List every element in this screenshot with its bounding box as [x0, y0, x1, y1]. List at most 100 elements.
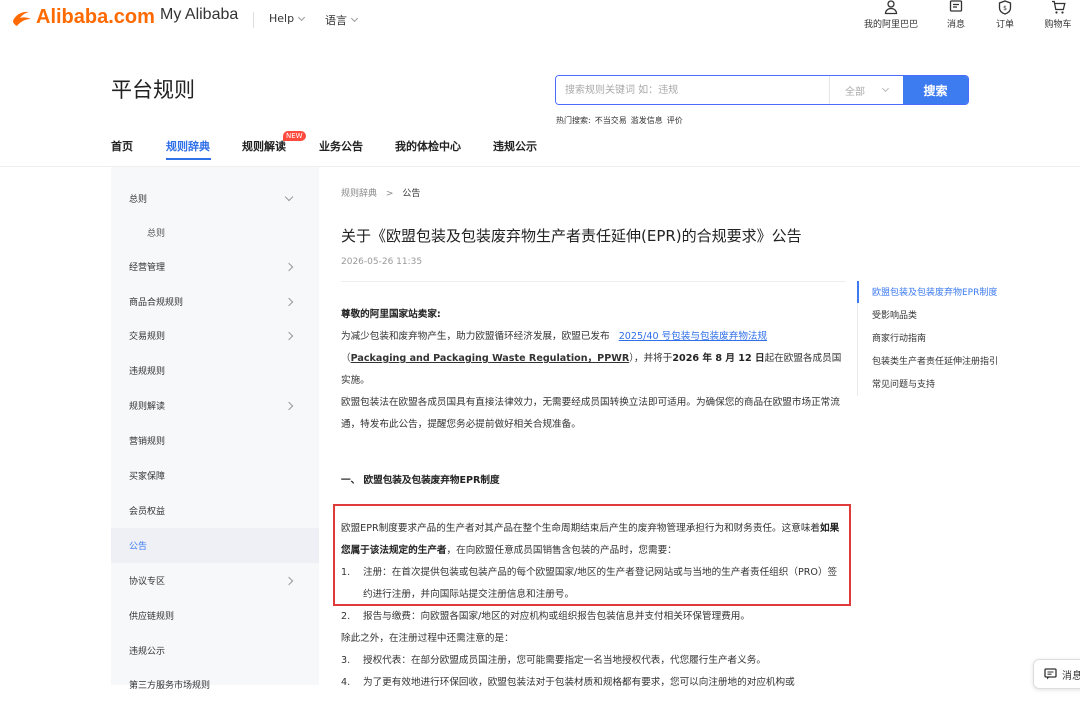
paragraph: 欧盟包装法在欧盟各成员国具有直接法律效力，无需要经成员国转换立法即可适用。为确保…	[341, 397, 840, 430]
cart-icon	[1051, 0, 1066, 14]
nav-rule-dictionary[interactable]: 规则辞典	[166, 138, 210, 154]
search-input[interactable]	[556, 76, 829, 104]
search-button[interactable]: 搜索	[903, 76, 968, 104]
section-title: 一、 欧盟包装及包装废弃物EPR制度	[341, 475, 500, 486]
hot-search-term[interactable]: 不当交易	[595, 115, 627, 126]
sidebar-item-supply-chain[interactable]: 供应链规则	[111, 598, 319, 633]
page-title: 平台规则	[111, 78, 195, 102]
my-alibaba-link[interactable]: 我的阿里巴巴	[861, 0, 921, 30]
sidebar-item-agreements[interactable]: 协议专区	[111, 563, 319, 598]
alibaba-logo[interactable]: Alibaba.com	[10, 6, 155, 29]
orders-link[interactable]: $ 订单	[975, 0, 1035, 30]
list-item: 3. 授权代表：在部分欧盟成员国注册，您可能需要指定一名当地授权代表，代您履行生产…	[341, 650, 846, 672]
sidebar-item-product-compliance[interactable]: 商品合规规则	[111, 284, 319, 319]
sidebar-item-violation-disclosure[interactable]: 违规公示	[111, 633, 319, 668]
alibaba-logo-icon	[13, 11, 31, 26]
sidebar-item-label: 协议专区	[129, 577, 166, 587]
sidebar-item-marketing-rules[interactable]: 营销规则	[111, 423, 319, 458]
highlight-box	[333, 504, 851, 606]
language-menu[interactable]: 语言	[325, 12, 359, 28]
sidebar-item-trade-rules[interactable]: 交易规则	[111, 318, 319, 353]
chevron-right-icon	[284, 401, 294, 410]
sidebar: 总则 总则 经营管理 商品合规规则 交易规则 违规规则 规则解读 营销规则 买家…	[111, 167, 319, 691]
list-number: 3.	[341, 655, 351, 666]
sidebar-item-label: 会员权益	[129, 507, 166, 517]
sidebar-item-label: 供应链规则	[129, 612, 175, 622]
sidebar-item-violation-rules[interactable]: 违规规则	[111, 353, 319, 388]
article-intro: 尊敬的阿里国家站卖家: 为减少包装和废弃物产生，助力欧盟循环经济发展，欧盟已发布…	[341, 304, 846, 436]
section-heading: 一、 欧盟包装及包装废弃物EPR制度	[341, 470, 846, 492]
logo-text: Alibaba.com	[36, 6, 155, 28]
divider	[253, 12, 254, 28]
chevron-down-icon	[350, 14, 359, 23]
sidebar-item-label: 违规规则	[129, 367, 166, 377]
chevron-right-icon	[284, 331, 294, 340]
sidebar-item-announcements[interactable]: 公告	[111, 528, 319, 563]
toc-active-indicator	[857, 281, 859, 303]
hot-search-term[interactable]: 评价	[667, 115, 683, 126]
sidebar-item-member-rights[interactable]: 会员权益	[111, 493, 319, 528]
nav-home[interactable]: 首页	[111, 138, 133, 154]
hot-search-term[interactable]: 滥发信息	[631, 115, 663, 126]
breadcrumb-link[interactable]: 规则辞典	[341, 189, 377, 199]
sidebar-item-buyer-protection[interactable]: 买家保障	[111, 458, 319, 493]
search-scope-select[interactable]: 全部	[829, 76, 903, 104]
sidebar-item-label: 公告	[129, 542, 148, 552]
breadcrumb-separator: >	[385, 189, 394, 199]
hot-searches: 热门搜索: 不当交易 滥发信息 评价	[556, 115, 683, 126]
top-bar: Alibaba.com My Alibaba Help 语言 我的阿里巴巴 消息…	[0, 0, 1080, 40]
help-label: Help	[269, 12, 295, 25]
paragraph-text: ），并将于	[629, 353, 673, 364]
breadcrumb-current: 公告	[402, 189, 421, 199]
chevron-down-icon	[881, 84, 890, 93]
sidebar-item-label: 商品合规规则	[129, 298, 184, 308]
toc-item[interactable]: 受影响品类	[872, 308, 917, 321]
chevron-right-icon	[284, 297, 294, 306]
chevron-down-icon	[284, 192, 294, 201]
toc-item[interactable]: 常见问题与支持	[872, 377, 935, 390]
messages-label: 消息	[946, 20, 965, 30]
breadcrumb: 规则辞典 > 公告	[341, 186, 420, 199]
article-title: 关于《欧盟包装及包装废弃物生产者责任延伸(EPR)的合规要求》公告	[341, 227, 802, 245]
nav-business-notice[interactable]: 业务公告	[319, 138, 363, 154]
cart-label: 购物车	[1044, 20, 1072, 30]
search-scope-label: 全部	[845, 86, 865, 98]
chevron-down-icon	[298, 13, 306, 21]
sidebar-item-general[interactable]: 总则	[111, 181, 319, 216]
list-number: 4.	[341, 677, 351, 688]
sidebar-item-operations[interactable]: 经营管理	[111, 249, 319, 284]
sidebar-item-label: 总则	[129, 195, 148, 205]
my-alibaba-title[interactable]: My Alibaba	[160, 6, 238, 24]
toc-item[interactable]: 欧盟包装及包装废弃物EPR制度	[872, 285, 997, 298]
sidebar-item-rule-interpretation[interactable]: 规则解读	[111, 388, 319, 423]
search-bar: 全部 搜索	[555, 75, 969, 105]
sidebar-item-label: 总则	[147, 229, 166, 239]
language-label: 语言	[325, 14, 347, 27]
sidebar-item-label: 经营管理	[129, 263, 166, 273]
sidebar-subitem-general[interactable]: 总则	[111, 215, 319, 250]
list-item: 2. 报告与缴费：向欧盟各国家/地区的对应机构或组织报告包装信息并支付相关环保管理…	[341, 606, 846, 628]
sidebar-item-label: 营销规则	[129, 437, 166, 447]
chevron-right-icon	[284, 576, 294, 585]
toc-item[interactable]: 包装类生产者责任延伸注册指引	[872, 354, 998, 367]
greeting: 尊敬的阿里国家站卖家:	[341, 309, 441, 320]
cart-link[interactable]: 购物车	[1028, 0, 1080, 30]
nav-health-check-center[interactable]: 我的体检中心	[395, 138, 461, 154]
sidebar-item-label: 违规公示	[129, 647, 166, 657]
orders-label: 订单	[995, 20, 1014, 30]
help-menu[interactable]: Help	[269, 12, 306, 25]
sidebar-item-label: 交易规则	[129, 332, 166, 342]
nav-rule-interpretation[interactable]: 规则解读	[242, 138, 286, 154]
user-icon	[884, 0, 898, 15]
regulation-link[interactable]: 2025/40 号包装与包装废弃物法规	[619, 331, 767, 342]
nav-violation-disclosure[interactable]: 违规公示	[493, 138, 537, 154]
article-date: 2026-05-26 11:35	[341, 257, 423, 267]
list-text: 为了更有效地进行环保回收，欧盟包装法对于包装材质和规格都有要求，您可以向注册地的…	[363, 677, 795, 688]
list-item: 4. 为了更有效地进行环保回收，欧盟包装法对于包装材质和规格都有要求，您可以向注册…	[341, 672, 846, 694]
article-divider	[341, 281, 846, 282]
list-text: 报告与缴费：向欧盟各国家/地区的对应机构或组织报告包装信息并支付相关环保管理费用…	[363, 611, 750, 622]
regulation-name: Packaging and Packaging Waste Regulation…	[350, 353, 630, 364]
paragraph-text: （	[341, 353, 351, 364]
message-icon	[1044, 668, 1057, 680]
toc-item[interactable]: 商家行动指南	[872, 331, 926, 344]
